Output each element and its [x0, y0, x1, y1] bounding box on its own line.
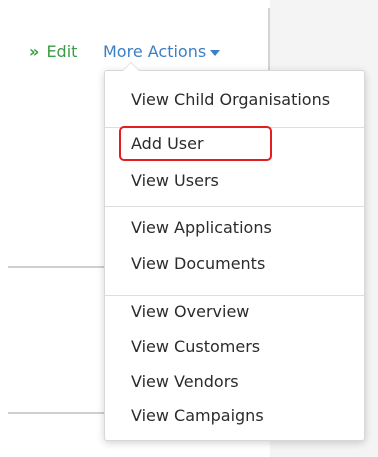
menu-item-view-users[interactable]: View Users — [131, 171, 219, 191]
menu-item-view-overview[interactable]: View Overview — [131, 302, 249, 322]
menu-item-view-campaigns[interactable]: View Campaigns — [131, 406, 264, 426]
action-row: » Edit More Actions — [29, 42, 221, 61]
more-actions-button[interactable]: More Actions — [103, 42, 221, 61]
edit-link[interactable]: » Edit — [29, 42, 77, 61]
menu-divider — [105, 295, 364, 296]
double-chevron-icon: » — [29, 42, 40, 61]
more-actions-label: More Actions — [103, 42, 207, 61]
highlight-annotation — [119, 126, 272, 161]
menu-item-view-applications[interactable]: View Applications — [131, 218, 272, 238]
menu-item-view-child-organisations[interactable]: View Child Organisations — [131, 90, 330, 110]
dropdown-pointer — [123, 63, 139, 71]
caret-down-icon — [210, 49, 221, 56]
horizontal-rule — [8, 412, 108, 414]
menu-item-view-customers[interactable]: View Customers — [131, 337, 260, 357]
horizontal-rule — [8, 266, 108, 268]
edit-label: Edit — [46, 42, 78, 61]
menu-item-view-documents[interactable]: View Documents — [131, 254, 265, 274]
menu-divider — [105, 206, 364, 207]
more-actions-dropdown: View Child Organisations Add User View U… — [104, 63, 365, 441]
menu-item-view-vendors[interactable]: View Vendors — [131, 372, 239, 392]
